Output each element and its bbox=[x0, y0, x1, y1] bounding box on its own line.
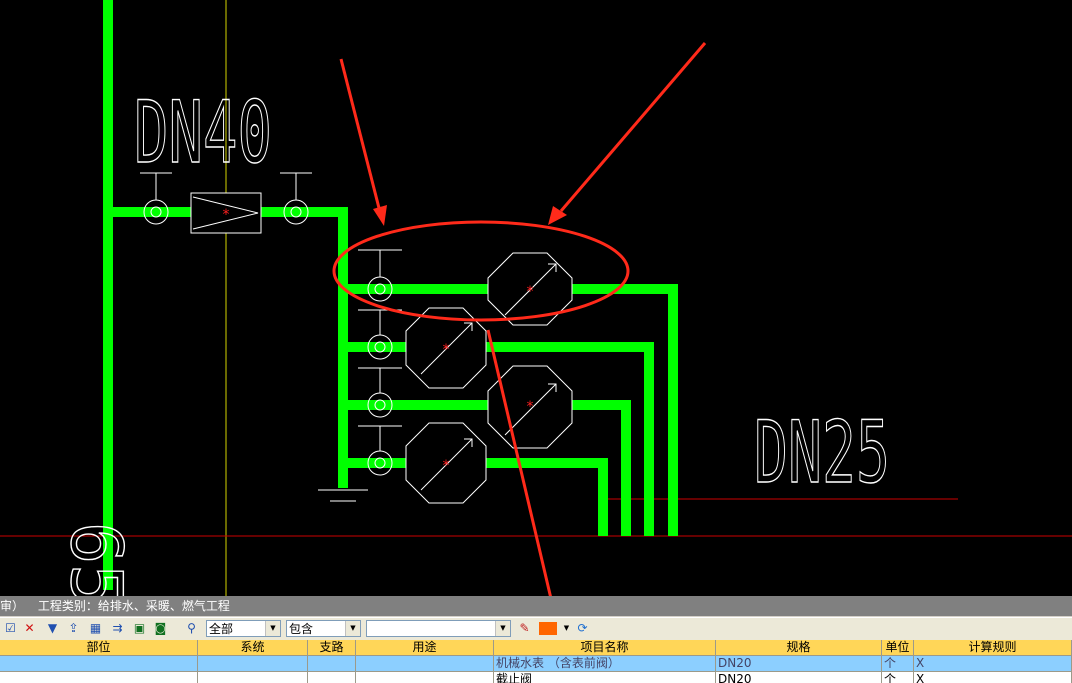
info-segment: 审） bbox=[0, 599, 25, 613]
project-info-bar: 审） 工程类别：给排水、采暖、燃气工程 bbox=[0, 596, 1072, 616]
water-meter-icon[interactable]: * bbox=[405, 422, 487, 504]
annotation-arrow bbox=[559, 42, 707, 212]
import-icon[interactable]: ⇪ bbox=[65, 620, 82, 637]
chevron-down-icon[interactable]: ▼ bbox=[558, 620, 575, 637]
table-cell[interactable]: X bbox=[914, 656, 1072, 672]
table-cell[interactable]: DN20 bbox=[716, 656, 882, 672]
column-header[interactable]: 单位 bbox=[882, 640, 914, 656]
column-header[interactable]: 系统 bbox=[198, 640, 308, 656]
delete-icon[interactable]: ✕ bbox=[21, 620, 38, 637]
svg-text:*: * bbox=[223, 207, 230, 223]
calculator-icon[interactable]: ▦ bbox=[87, 620, 104, 637]
water-meter-icon[interactable]: * bbox=[487, 252, 573, 326]
cad-drawing-canvas[interactable]: * * * * * DN40 DN25 65 bbox=[0, 0, 1072, 596]
match-select-value: 包含 bbox=[289, 622, 314, 636]
svg-text:*: * bbox=[443, 342, 450, 358]
table-cell[interactable]: X bbox=[914, 672, 1072, 683]
table-cell[interactable] bbox=[308, 672, 356, 683]
table-cell[interactable] bbox=[198, 672, 308, 683]
chevron-down-icon[interactable]: ▼ bbox=[265, 621, 280, 636]
find-icon[interactable]: ⚲ bbox=[183, 620, 200, 637]
svg-text:*: * bbox=[527, 399, 534, 415]
project-category-label: 工程类别：给排水、采暖、燃气工程 bbox=[37, 599, 230, 613]
scope-select-value: 全部 bbox=[209, 622, 234, 636]
column-header[interactable]: 项目名称 bbox=[494, 640, 716, 656]
table-row[interactable]: 机械水表 （含表前阀） DN20 个 X bbox=[0, 656, 1072, 672]
column-header[interactable]: 部位 bbox=[0, 640, 198, 656]
partial-dimension-label: 65 bbox=[55, 522, 137, 596]
table-cell[interactable] bbox=[356, 672, 494, 683]
sync-icon[interactable]: ⟳ bbox=[574, 620, 591, 637]
cad-drawing[interactable]: * * * * * DN40 DN25 65 bbox=[0, 0, 1072, 596]
table-cell[interactable]: 截止阀 bbox=[494, 672, 716, 683]
table-cell[interactable] bbox=[308, 656, 356, 672]
column-header[interactable]: 支路 bbox=[308, 640, 356, 656]
excel-icon[interactable]: ▣ bbox=[131, 620, 148, 637]
table-cell[interactable]: 个 bbox=[882, 672, 914, 683]
column-header[interactable]: 用途 bbox=[356, 640, 494, 656]
highlight-icon[interactable]: ✎ bbox=[516, 620, 533, 637]
pipe-size-label-dn40: DN40 bbox=[134, 83, 272, 183]
match-select[interactable]: 包含 ▼ bbox=[286, 620, 361, 637]
grid-header: 部位 系统 支路 用途 项目名称 规格 单位 计算规则 bbox=[0, 640, 1072, 656]
color-swatch[interactable] bbox=[539, 622, 557, 635]
svg-text:*: * bbox=[443, 458, 450, 474]
search-combo[interactable]: ▼ bbox=[366, 620, 511, 637]
quantity-panel: 审） 工程类别：给排水、采暖、燃气工程 ☑ ✕ ▼ ⇪ ▦ ⇉ ▣ ◙ ⚲ 全部… bbox=[0, 596, 1072, 683]
column-header[interactable]: 规格 bbox=[716, 640, 882, 656]
highlight-ellipse bbox=[332, 220, 630, 322]
svg-text:*: * bbox=[527, 284, 534, 300]
table-cell[interactable]: 个 bbox=[882, 656, 914, 672]
table-cell[interactable]: 机械水表 （含表前阀） bbox=[494, 656, 716, 672]
table-cell[interactable] bbox=[356, 656, 494, 672]
annotation-arrow bbox=[339, 58, 382, 213]
chevron-down-icon[interactable]: ▼ bbox=[345, 621, 360, 636]
table-cell[interactable] bbox=[0, 672, 198, 683]
check-delete-icon[interactable]: ☑ bbox=[2, 620, 19, 637]
refresh-sheet-icon[interactable]: ◙ bbox=[152, 620, 169, 637]
scope-select[interactable]: 全部 ▼ bbox=[206, 620, 281, 637]
chevron-down-icon[interactable]: ▼ bbox=[495, 621, 510, 636]
filter-icon[interactable]: ▼ bbox=[44, 620, 61, 637]
table-cell[interactable] bbox=[0, 656, 198, 672]
table-cell[interactable] bbox=[198, 656, 308, 672]
pipe-end-symbol bbox=[318, 489, 368, 502]
panel-toolbar: ☑ ✕ ▼ ⇪ ▦ ⇉ ▣ ◙ ⚲ 全部 ▼ 包含 ▼ ▼ ✎ ▼ ⟳ bbox=[0, 617, 1072, 641]
quantity-grid: 部位 系统 支路 用途 项目名称 规格 单位 计算规则 机械水表 （含表前阀） … bbox=[0, 640, 1072, 683]
table-row[interactable]: 截止阀 DN20 个 X bbox=[0, 672, 1072, 683]
pipe-size-label-dn25: DN25 bbox=[754, 403, 890, 503]
table-cell[interactable]: DN20 bbox=[716, 672, 882, 683]
export-icon[interactable]: ⇉ bbox=[109, 620, 126, 637]
column-header[interactable]: 计算规则 bbox=[914, 640, 1072, 656]
check-valve-icon[interactable]: * bbox=[190, 192, 262, 234]
